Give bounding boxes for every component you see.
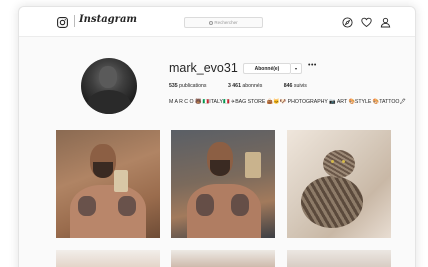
browser-window: Instagram Rechercher mark_evo31 Abonné(e… (18, 6, 416, 267)
following-count: 846 (283, 83, 293, 89)
suggestions-dropdown-button[interactable]: ▾ (291, 63, 302, 74)
photo-beard (210, 160, 230, 176)
following-button[interactable]: Abonné(e) (243, 63, 291, 74)
profile-bio: M A R C O 🐻 🇮🇹ITALY🇮🇹 ✈BAG STORE 👜🐱🐶 PHO… (169, 99, 407, 105)
following-label: suivis (293, 83, 307, 89)
heart-icon[interactable] (361, 17, 372, 28)
photo-beard (93, 162, 113, 178)
photo-cat-head (323, 150, 355, 178)
photo-cat-eye (331, 160, 334, 163)
stat-followers[interactable]: 3 461 abonnés (228, 83, 272, 89)
profile-avatar[interactable] (81, 58, 137, 114)
followers-count: 3 461 (227, 83, 241, 89)
nav-divider (74, 15, 75, 27)
instagram-glyph-icon[interactable] (57, 15, 68, 28)
profile-username: mark_evo31 (169, 61, 238, 75)
search-input[interactable]: Rechercher (184, 17, 263, 28)
stat-following[interactable]: 846 suivis (284, 83, 317, 89)
person-icon[interactable] (380, 17, 391, 28)
post-thumbnail[interactable] (171, 130, 275, 238)
photo-tattoo (78, 196, 96, 216)
photo-tattoo (118, 196, 136, 216)
posts-count: 535 (169, 83, 178, 89)
avatar-face (99, 66, 117, 88)
post-thumbnail[interactable] (287, 130, 391, 238)
avatar-shoulders (87, 90, 131, 114)
post-thumbnail[interactable] (56, 250, 160, 267)
stat-posts: 535 publications (169, 83, 217, 89)
photo-tattoo (231, 194, 249, 216)
photo-phone (245, 152, 261, 178)
photo-tattoo (196, 194, 214, 216)
post-thumbnail[interactable] (171, 250, 275, 267)
post-thumbnail[interactable] (287, 250, 391, 267)
photo-phone (114, 170, 128, 192)
followers-label: abonnés (242, 83, 263, 89)
instagram-wordmark[interactable]: Instagram (79, 14, 137, 25)
posts-label: publications (179, 83, 207, 89)
search-icon (209, 20, 214, 25)
top-navigation: Instagram Rechercher (19, 7, 415, 37)
compass-icon[interactable] (342, 17, 353, 28)
more-options-button[interactable]: ••• (308, 62, 317, 69)
photo-cat-body (301, 176, 363, 228)
search-placeholder: Rechercher (214, 20, 238, 25)
photo-cat-eye (342, 160, 345, 163)
post-thumbnail[interactable] (56, 130, 160, 238)
profile-stats: 535 publications 3 461 abonnés 846 suivi… (169, 83, 327, 89)
